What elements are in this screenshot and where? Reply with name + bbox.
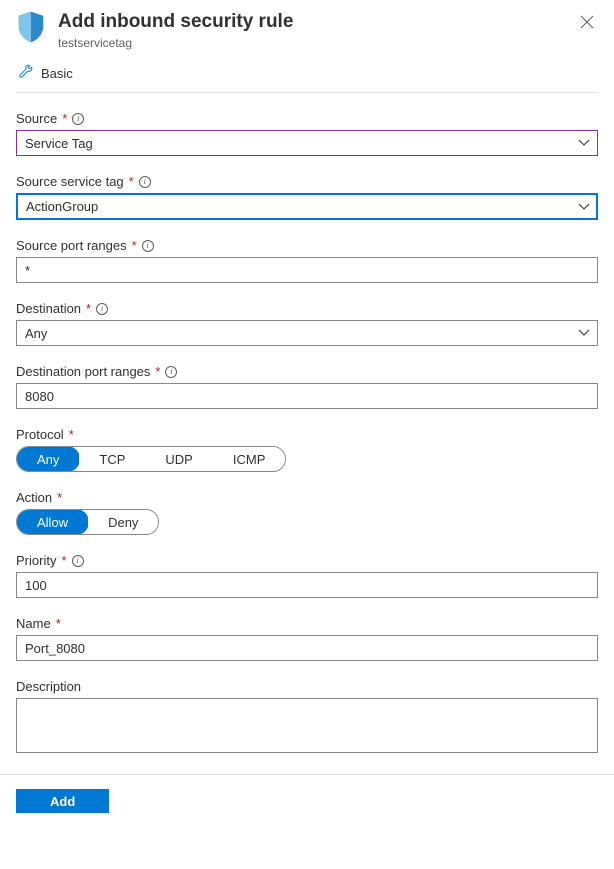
panel-header: Add inbound security rule testservicetag	[16, 10, 598, 58]
action-option-allow[interactable]: Allow	[16, 509, 89, 535]
destination-port-ranges-label: Destination port ranges	[16, 364, 150, 379]
required-indicator: *	[61, 553, 66, 568]
info-icon[interactable]: i	[72, 113, 84, 125]
source-label: Source	[16, 111, 57, 126]
destination-select[interactable]: Any	[16, 320, 598, 346]
priority-input[interactable]	[16, 572, 598, 598]
source-service-tag-label: Source service tag	[16, 174, 124, 189]
wrench-icon	[18, 64, 33, 82]
protocol-option-icmp[interactable]: ICMP	[213, 447, 286, 471]
required-indicator: *	[86, 301, 91, 316]
priority-label: Priority	[16, 553, 56, 568]
shield-icon	[16, 10, 46, 44]
close-icon	[580, 15, 594, 29]
protocol-group: Any TCP UDP ICMP	[16, 446, 286, 472]
form: Source * i Service Tag Source service ta…	[16, 93, 598, 756]
protocol-label: Protocol	[16, 427, 64, 442]
basic-link[interactable]: Basic	[16, 58, 598, 93]
destination-label: Destination	[16, 301, 81, 316]
description-label: Description	[16, 679, 81, 694]
info-icon[interactable]: i	[96, 303, 108, 315]
destination-port-ranges-input[interactable]	[16, 383, 598, 409]
source-select[interactable]: Service Tag	[16, 130, 598, 156]
page-title: Add inbound security rule	[58, 10, 564, 34]
protocol-option-any[interactable]: Any	[16, 446, 80, 472]
action-option-deny[interactable]: Deny	[88, 510, 158, 534]
name-input[interactable]	[16, 635, 598, 661]
action-label: Action	[16, 490, 52, 505]
add-button[interactable]: Add	[16, 789, 109, 813]
protocol-option-tcp[interactable]: TCP	[79, 447, 145, 471]
description-input[interactable]	[16, 698, 598, 753]
source-port-ranges-label: Source port ranges	[16, 238, 127, 253]
info-icon[interactable]: i	[142, 240, 154, 252]
action-group: Allow Deny	[16, 509, 159, 535]
info-icon[interactable]: i	[72, 555, 84, 567]
page-subtitle: testservicetag	[58, 36, 564, 50]
close-button[interactable]	[576, 10, 598, 36]
required-indicator: *	[155, 364, 160, 379]
required-indicator: *	[69, 427, 74, 442]
basic-link-label: Basic	[41, 66, 73, 81]
required-indicator: *	[57, 490, 62, 505]
info-icon[interactable]: i	[165, 366, 177, 378]
name-label: Name	[16, 616, 51, 631]
required-indicator: *	[132, 238, 137, 253]
required-indicator: *	[56, 616, 61, 631]
source-port-ranges-input[interactable]	[16, 257, 598, 283]
required-indicator: *	[62, 111, 67, 126]
info-icon[interactable]: i	[139, 176, 151, 188]
footer: Add	[0, 774, 614, 827]
required-indicator: *	[129, 174, 134, 189]
source-service-tag-select[interactable]: ActionGroup	[16, 193, 598, 220]
protocol-option-udp[interactable]: UDP	[145, 447, 212, 471]
